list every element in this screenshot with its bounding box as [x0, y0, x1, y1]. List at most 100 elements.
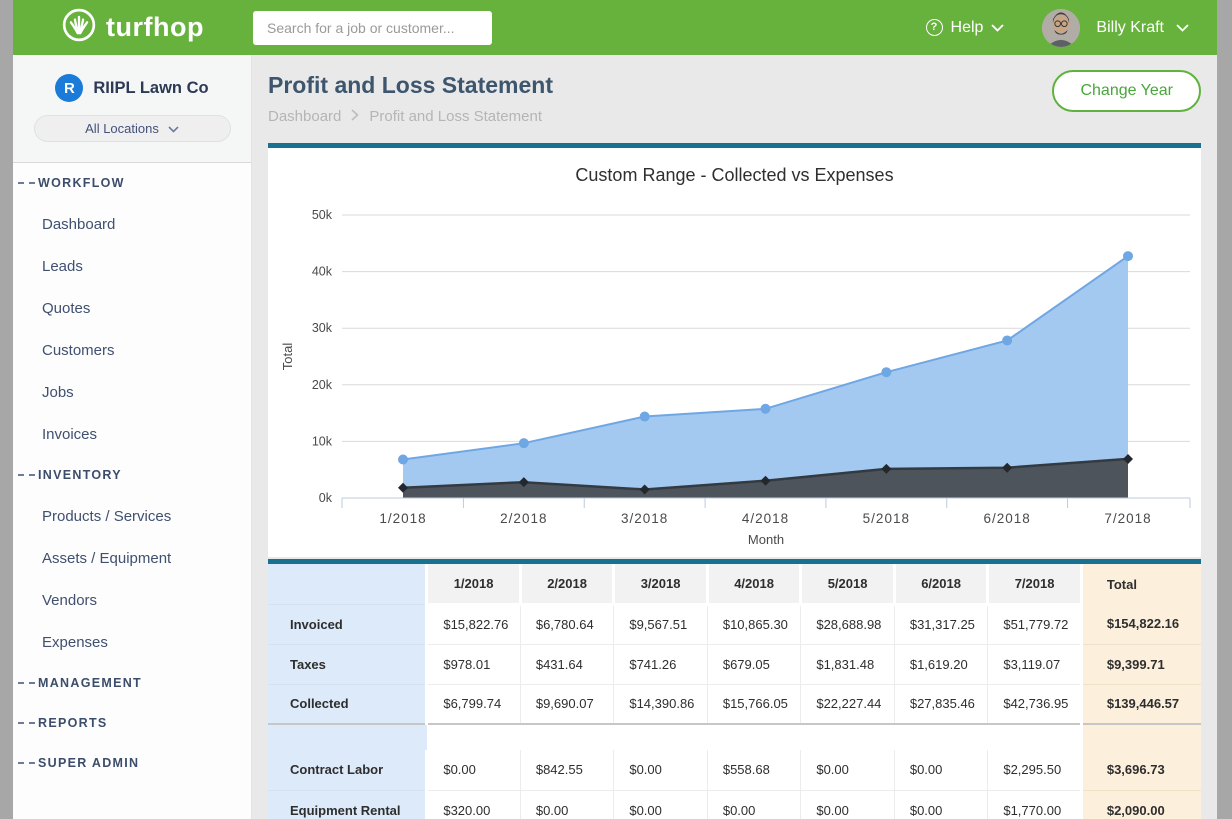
sidebar-item-invoices[interactable]: Invoices — [13, 413, 251, 455]
dashes-icon — [18, 762, 35, 764]
value-cell: $1,619.20 — [894, 644, 988, 684]
value-cell: $0.00 — [614, 790, 708, 819]
help-label: Help — [951, 19, 984, 37]
sidebar-item-quotes[interactable]: Quotes — [13, 287, 251, 329]
row-label: Equipment Rental — [268, 790, 427, 819]
left-scrollbar[interactable] — [0, 0, 13, 819]
spacer-cell — [988, 724, 1082, 750]
spacer-cell — [520, 724, 614, 750]
value-cell: $27,835.46 — [894, 684, 988, 724]
column-header-7-2018: 7/2018 — [988, 564, 1082, 604]
spacer-cell — [801, 724, 895, 750]
row-label-header — [268, 564, 427, 604]
pl-table-card: 1/20182/20183/20184/20185/20186/20187/20… — [268, 559, 1201, 819]
data-point-collected — [1123, 251, 1133, 261]
company-row[interactable]: R RIIPL Lawn Co — [55, 74, 208, 102]
value-cell: $0.00 — [894, 750, 988, 790]
spacer-cell — [614, 724, 708, 750]
sidebar-item-dashboard[interactable]: Dashboard — [13, 203, 251, 245]
column-header-6-2018: 6/2018 — [894, 564, 988, 604]
company-block: R RIIPL Lawn Co All Locations — [13, 55, 251, 163]
sidebar-section-management[interactable]: MANAGEMENT — [13, 663, 251, 703]
table-row-contract-labor: Contract Labor$0.00$842.55$0.00$558.68$0… — [268, 750, 1201, 790]
dashes-icon — [18, 474, 35, 476]
data-point-collected — [640, 412, 650, 422]
search-input[interactable] — [253, 11, 492, 45]
total-cell: $154,822.16 — [1081, 604, 1201, 644]
total-cell: $139,446.57 — [1081, 684, 1201, 724]
column-header-total: Total — [1081, 564, 1201, 604]
location-selector[interactable]: All Locations — [34, 115, 231, 142]
value-cell: $679.05 — [707, 644, 801, 684]
change-year-button[interactable]: Change Year — [1052, 70, 1201, 112]
y-tick-label: 0k — [319, 491, 333, 505]
breadcrumb: Dashboard Profit and Loss Statement — [268, 108, 1201, 125]
value-cell: $978.01 — [427, 644, 521, 684]
x-tick-label: 6/2018 — [984, 511, 1031, 526]
row-label: Contract Labor — [268, 750, 427, 790]
value-cell: $741.26 — [614, 644, 708, 684]
user-menu[interactable]: Billy Kraft — [1096, 19, 1189, 37]
sidebar-section-label: INVENTORY — [38, 468, 122, 482]
value-cell: $0.00 — [427, 750, 521, 790]
spacer-label-cell — [268, 724, 427, 750]
x-tick-label: 3/2018 — [621, 511, 668, 526]
sidebar-item-leads[interactable]: Leads — [13, 245, 251, 287]
company-name: RIIPL Lawn Co — [93, 79, 208, 98]
value-cell: $10,865.30 — [707, 604, 801, 644]
table-row-invoiced: Invoiced$15,822.76$6,780.64$9,567.51$10,… — [268, 604, 1201, 644]
sidebar-section-inventory[interactable]: INVENTORY — [13, 455, 251, 495]
sidebar-section-reports[interactable]: REPORTS — [13, 703, 251, 743]
column-header-2-2018: 2/2018 — [520, 564, 614, 604]
sidebar-section-super-admin[interactable]: SUPER ADMIN — [13, 743, 251, 783]
help-menu[interactable]: ? Help — [926, 19, 1005, 37]
y-tick-label: 30k — [312, 321, 333, 335]
avatar[interactable] — [1042, 9, 1080, 47]
breadcrumb-dashboard[interactable]: Dashboard — [268, 108, 341, 125]
value-cell: $1,831.48 — [801, 644, 895, 684]
sidebar-section-label: SUPER ADMIN — [38, 756, 139, 770]
value-cell: $42,736.95 — [988, 684, 1082, 724]
sidebar-section-workflow[interactable]: WORKFLOW — [13, 163, 251, 203]
value-cell: $15,766.05 — [707, 684, 801, 724]
sidebar: R RIIPL Lawn Co All Locations WORKFLOW Da… — [13, 55, 252, 819]
chevron-down-icon — [991, 19, 1004, 37]
sidebar-item-products-services[interactable]: Products / Services — [13, 495, 251, 537]
value-cell: $31,317.25 — [894, 604, 988, 644]
data-point-collected — [881, 367, 891, 377]
y-tick-label: 10k — [312, 434, 333, 448]
value-cell: $1,770.00 — [988, 790, 1082, 819]
row-label: Taxes — [268, 644, 427, 684]
spacer-cell — [707, 724, 801, 750]
data-point-collected — [519, 438, 529, 448]
chevron-down-icon — [1176, 19, 1189, 37]
sidebar-item-customers[interactable]: Customers — [13, 329, 251, 371]
sidebar-item-vendors[interactable]: Vendors — [13, 579, 251, 621]
value-cell: $842.55 — [520, 750, 614, 790]
sidebar-item-expenses[interactable]: Expenses — [13, 621, 251, 663]
dashes-icon — [18, 682, 35, 684]
value-cell: $2,295.50 — [988, 750, 1082, 790]
y-tick-label: 20k — [312, 378, 333, 392]
total-cell: $3,696.73 — [1081, 750, 1201, 790]
value-cell: $15,822.76 — [427, 604, 521, 644]
column-header-1-2018: 1/2018 — [427, 564, 521, 604]
sidebar-item-jobs[interactable]: Jobs — [13, 371, 251, 413]
column-header-4-2018: 4/2018 — [707, 564, 801, 604]
value-cell: $0.00 — [707, 790, 801, 819]
location-selector-label: All Locations — [85, 121, 159, 136]
brand-logo[interactable]: turfhop — [13, 7, 252, 48]
sidebar-item-assets-equipment[interactable]: Assets / Equipment — [13, 537, 251, 579]
value-cell: $0.00 — [894, 790, 988, 819]
topbar-right: ? Help Billy Kraft — [926, 9, 1217, 47]
right-scrollbar[interactable] — [1217, 0, 1232, 819]
breadcrumb-current: Profit and Loss Statement — [369, 108, 542, 125]
chevron-right-icon — [351, 109, 359, 124]
pl-table: 1/20182/20183/20184/20185/20186/20187/20… — [268, 564, 1201, 819]
page-header: Profit and Loss Statement Dashboard Prof… — [268, 55, 1201, 143]
sidebar-section-label: WORKFLOW — [38, 176, 125, 190]
topbar: turfhop ? Help — [13, 0, 1217, 55]
series-area-collected — [403, 256, 1128, 498]
data-point-collected — [398, 455, 408, 465]
value-cell: $0.00 — [614, 750, 708, 790]
